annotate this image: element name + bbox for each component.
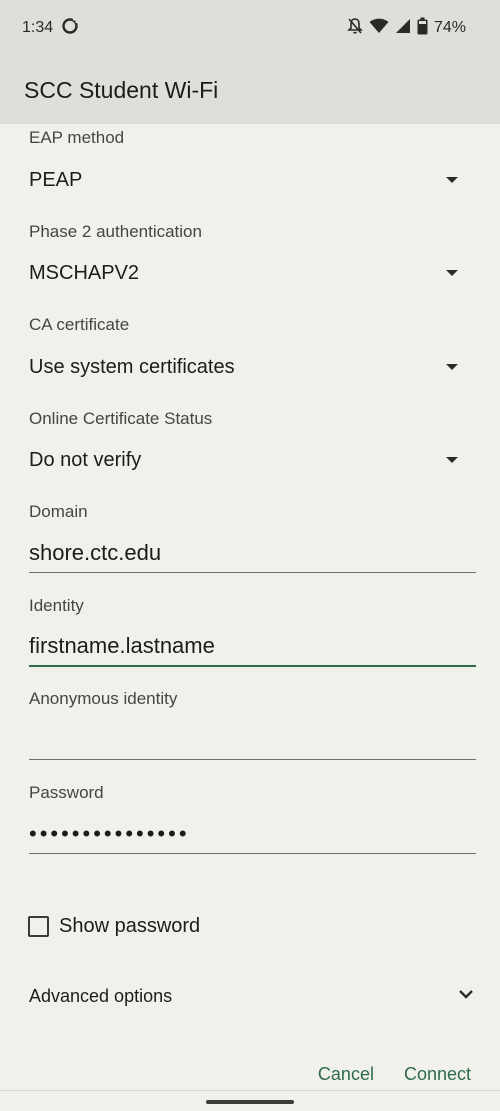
cellular-signal-icon [395, 18, 411, 39]
online-cert-status-dropdown[interactable]: Do not verify [29, 440, 471, 480]
online-cert-status-label: Online Certificate Status [29, 409, 213, 428]
dropdown-arrow-icon [446, 177, 458, 183]
domain-field[interactable]: shore.ctc.edu [29, 531, 476, 573]
notifications-off-icon [347, 17, 363, 40]
show-password-checkbox[interactable] [28, 916, 49, 937]
cancel-button[interactable]: Cancel [318, 1064, 374, 1085]
status-time: 1:34 [22, 19, 54, 36]
eap-method-label: EAP method [29, 128, 125, 147]
advanced-options-label: Advanced options [29, 985, 173, 1006]
identity-label: Identity [29, 596, 84, 615]
anonymous-identity-field[interactable] [29, 718, 476, 760]
divider [0, 1090, 500, 1091]
connect-button[interactable]: Connect [404, 1064, 471, 1085]
ca-certificate-label: CA certificate [29, 315, 130, 334]
show-password-label: Show password [59, 915, 201, 937]
dialog-actions: Cancel Connect [318, 1064, 471, 1085]
advanced-options-toggle[interactable]: Advanced options [29, 980, 476, 1012]
dialog-title: SCC Student Wi-Fi [24, 76, 219, 103]
eap-method-value: PEAP [29, 168, 83, 191]
domain-value: shore.ctc.edu [29, 540, 162, 565]
password-field[interactable]: ••••••••••••••• [29, 812, 476, 854]
phase2-auth-value: MSCHAPV2 [29, 261, 140, 284]
online-cert-status-value: Do not verify [29, 448, 142, 471]
ca-certificate-dropdown[interactable]: Use system certificates [29, 347, 471, 387]
status-right: 74% [347, 17, 466, 40]
password-masked-value: ••••••••••••••• [29, 821, 190, 846]
dropdown-arrow-icon [446, 270, 458, 276]
dropdown-arrow-icon [446, 457, 458, 463]
battery-percent: 74% [433, 19, 466, 36]
dropdown-arrow-icon [446, 364, 458, 370]
phase2-auth-dropdown[interactable]: MSCHAPV2 [29, 253, 471, 293]
domain-label: Domain [29, 502, 88, 521]
sync-icon [61, 17, 79, 40]
show-password-checkbox-row[interactable]: Show password [28, 915, 200, 938]
status-bar: 1:34 74% [0, 0, 500, 56]
battery-icon [417, 17, 428, 40]
identity-value: firstname.lastname [29, 633, 215, 658]
dialog-header: SCC Student Wi-Fi [0, 56, 500, 124]
wifi-icon [369, 18, 389, 39]
phase2-auth-label: Phase 2 authentication [29, 222, 202, 241]
ca-certificate-value: Use system certificates [29, 355, 235, 378]
anonymous-identity-label: Anonymous identity [29, 689, 178, 708]
password-label: Password [29, 783, 104, 802]
identity-field[interactable]: firstname.lastname [29, 625, 476, 667]
eap-method-dropdown[interactable]: PEAP [29, 160, 471, 200]
chevron-down-icon [456, 984, 476, 1009]
status-left: 1:34 [22, 17, 79, 40]
home-gesture-handle[interactable] [206, 1100, 294, 1104]
